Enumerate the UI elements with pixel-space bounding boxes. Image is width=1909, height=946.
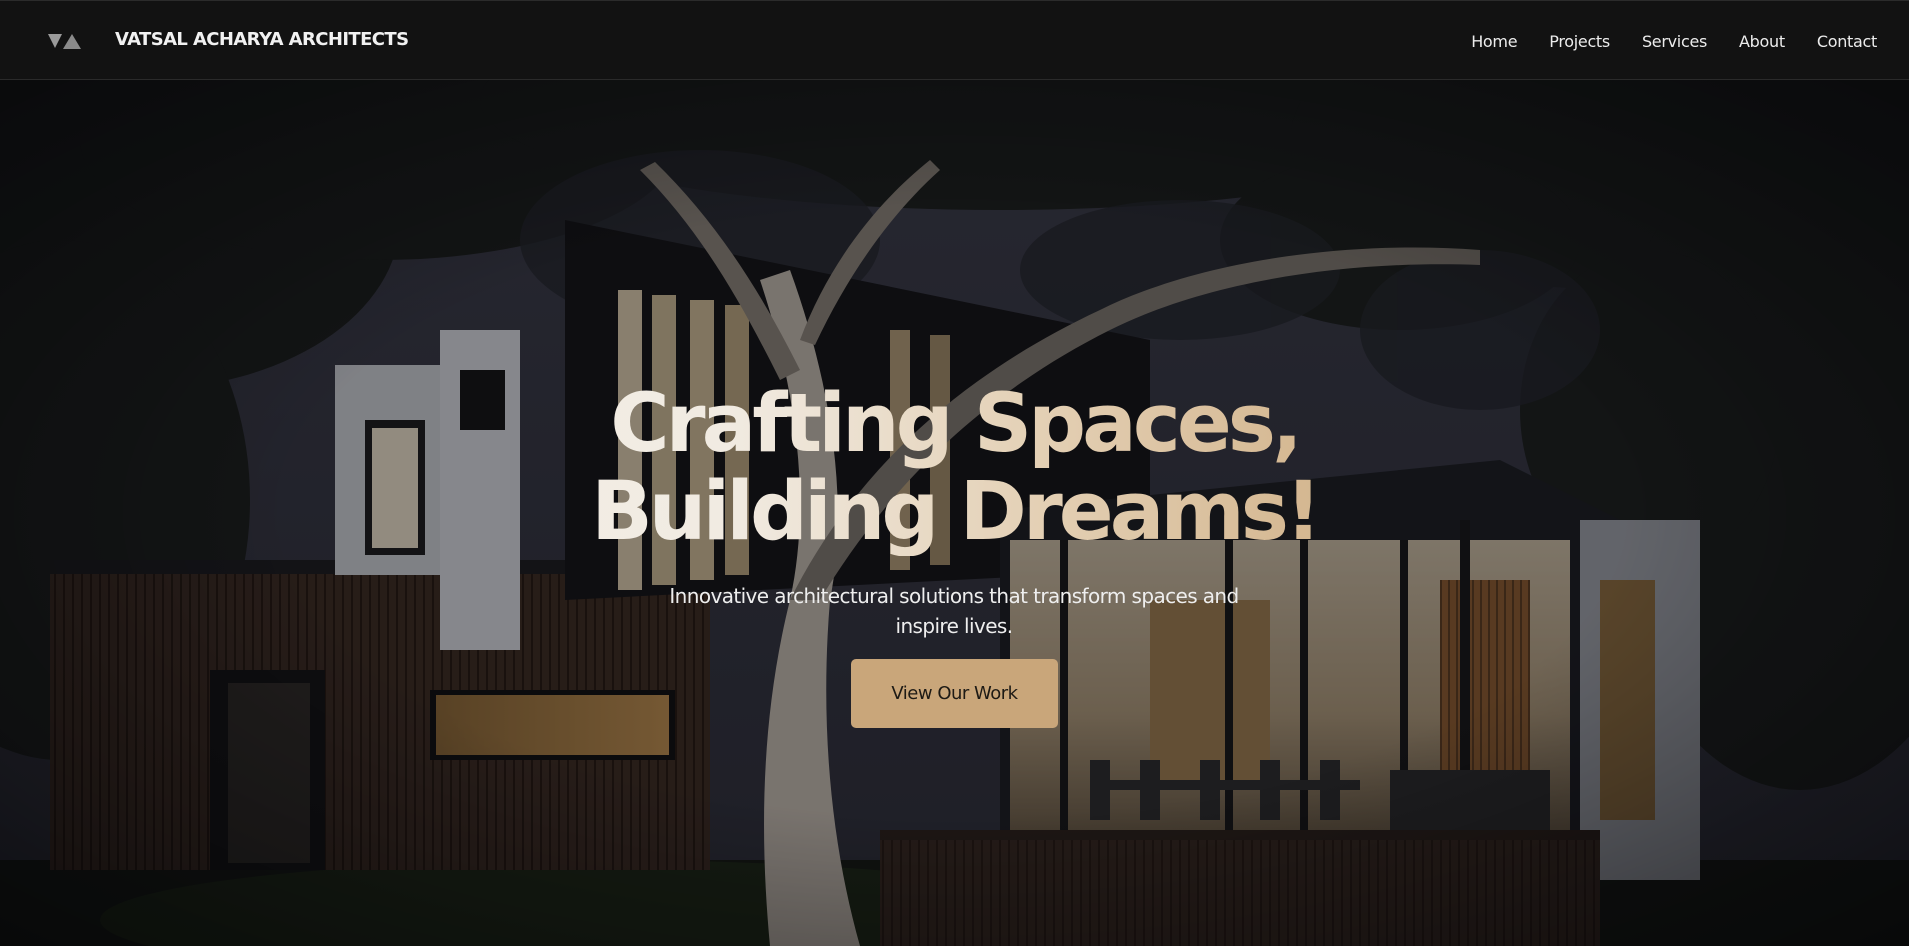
hero-subtitle: Innovative architectural solutions that …	[669, 584, 1239, 638]
hero-section: Crafting Spaces, Building Dreams! Innova…	[0, 80, 1909, 946]
main-nav: Home Projects Services About Contact	[1471, 32, 1877, 51]
nav-home[interactable]: Home	[1471, 32, 1517, 51]
hero-title: Crafting Spaces, Building Dreams!	[0, 380, 1909, 556]
triangle-logo-icon[interactable]	[48, 34, 84, 50]
nav-projects[interactable]: Projects	[1549, 32, 1610, 51]
hero-title-line-2: Building Dreams!	[591, 465, 1318, 559]
brand-name[interactable]: VATSAL ACHARYA ARCHITECTS	[115, 29, 409, 50]
nav-about[interactable]: About	[1739, 32, 1785, 51]
nav-services[interactable]: Services	[1642, 32, 1707, 51]
hero-title-line-1: Crafting Spaces,	[610, 377, 1299, 471]
navbar: VATSAL ACHARYA ARCHITECTS Home Projects …	[0, 0, 1909, 80]
view-our-work-button[interactable]: View Our Work	[851, 659, 1058, 728]
nav-contact[interactable]: Contact	[1817, 32, 1877, 51]
